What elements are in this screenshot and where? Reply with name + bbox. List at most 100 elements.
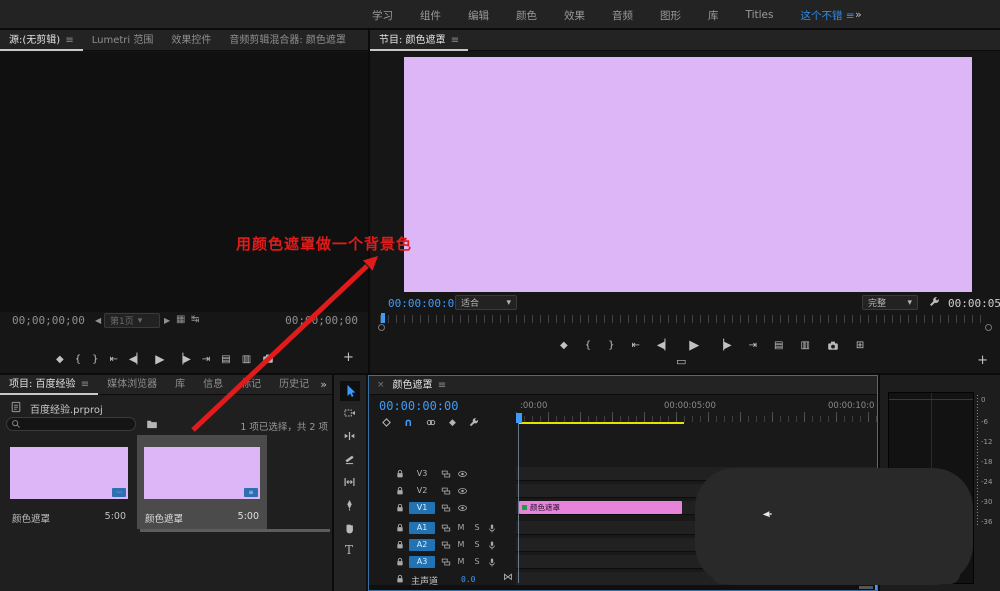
workspace-tab-audio[interactable]: 音频 xyxy=(612,8,633,23)
mic-icon[interactable] xyxy=(487,540,497,551)
goto-in-icon[interactable]: ⇤ xyxy=(109,354,117,365)
extract-icon[interactable]: ▥ xyxy=(800,340,809,351)
lift-icon[interactable]: ▤ xyxy=(774,340,783,351)
comparison-view-icon[interactable]: ▭ xyxy=(676,355,686,368)
overwrite-icon[interactable]: ▥ xyxy=(242,354,251,365)
mic-icon[interactable] xyxy=(487,523,497,534)
ripple-edit-tool[interactable] xyxy=(343,430,356,442)
timeline-settings-wrench-icon[interactable] xyxy=(468,417,479,428)
track-target-button[interactable]: A1 xyxy=(409,522,435,534)
playhead-head[interactable] xyxy=(516,413,522,423)
tab-lumetri-scopes[interactable]: Lumetri 范围 xyxy=(83,30,163,51)
solo-button[interactable]: S xyxy=(471,522,483,534)
work-area-bar[interactable] xyxy=(519,422,684,424)
item-name[interactable]: 颜色遮罩 xyxy=(12,511,50,525)
add-button-icon[interactable]: + xyxy=(977,353,988,368)
mark-in-icon[interactable]: { xyxy=(75,354,81,365)
project-item-selected[interactable]: ≡ 颜色遮罩 5:00 xyxy=(137,435,267,529)
search-input[interactable] xyxy=(23,418,133,430)
mic-icon[interactable] xyxy=(487,557,497,568)
workspace-overflow-icon[interactable]: » xyxy=(855,8,862,21)
workspace-tab-assembly[interactable]: 组件 xyxy=(420,8,441,23)
marker-icon[interactable]: ◆ xyxy=(560,340,568,351)
item-thumbnail[interactable]: ⋯ xyxy=(10,447,128,499)
tab-source[interactable]: 源:(无剪辑) ≡ xyxy=(0,30,83,51)
lock-icon[interactable] xyxy=(395,486,405,496)
scrollbar-handle-right[interactable] xyxy=(985,324,992,331)
lock-icon[interactable] xyxy=(395,557,405,567)
program-scrubber[interactable] xyxy=(380,315,988,323)
selection-tool[interactable] xyxy=(340,381,360,401)
add-button-icon[interactable]: + xyxy=(343,350,354,365)
scrollbar-thumb[interactable] xyxy=(859,586,873,589)
track-target-button[interactable]: V3 xyxy=(409,468,435,480)
sync-lock-icon[interactable] xyxy=(441,523,451,533)
export-frame-icon[interactable] xyxy=(262,353,274,365)
step-back-icon[interactable]: ◀▏ xyxy=(657,340,672,351)
tab-audio-clip-mixer[interactable]: 音频剪辑混合器: 颜色遮罩 xyxy=(220,30,355,51)
mark-in-icon[interactable]: { xyxy=(585,340,591,351)
sync-lock-icon[interactable] xyxy=(441,557,451,567)
mute-button[interactable]: M xyxy=(455,539,467,551)
pen-tool[interactable] xyxy=(343,499,356,511)
razor-tool[interactable] xyxy=(343,453,356,465)
lock-icon[interactable] xyxy=(395,540,405,550)
panel-menu-icon[interactable]: ≡ xyxy=(438,380,446,391)
page-next-icon[interactable]: ▶ xyxy=(164,316,170,325)
solo-button[interactable]: S xyxy=(471,556,483,568)
tab-project[interactable]: 项目: 百度经验 ≡ xyxy=(0,375,98,395)
horizontal-scrollbar[interactable] xyxy=(140,529,330,532)
track-target-button[interactable]: A2 xyxy=(409,539,435,551)
page-selector[interactable]: 第1页▾ xyxy=(104,313,160,328)
lock-icon[interactable] xyxy=(395,469,405,479)
sync-lock-icon[interactable] xyxy=(441,540,451,550)
track-target-button[interactable]: V1 xyxy=(409,502,435,514)
panel-menu-icon[interactable]: ≡ xyxy=(846,10,855,22)
mute-button[interactable]: M xyxy=(455,556,467,568)
timeline-timecode[interactable]: 00:00:00:00 xyxy=(379,399,458,413)
tab-effect-controls[interactable]: 效果控件 xyxy=(162,30,220,51)
snap-magnet-icon[interactable]: ∩ xyxy=(404,416,413,429)
mark-out-icon[interactable]: } xyxy=(92,354,98,365)
workspace-tab-learn[interactable]: 学习 xyxy=(372,8,393,23)
panel-menu-icon[interactable]: ≡ xyxy=(81,379,89,390)
type-tool[interactable]: T xyxy=(345,543,353,557)
panel-menu-icon[interactable]: ≡ xyxy=(451,35,459,46)
tab-sequence[interactable]: 颜色遮罩 ≡ xyxy=(389,376,451,395)
tab-media-browser[interactable]: 媒体浏览器 xyxy=(98,375,166,395)
slip-tool[interactable] xyxy=(343,476,356,488)
play-icon[interactable]: ▶ xyxy=(689,338,699,353)
workspace-tab-active[interactable]: 这个不错 ≡ xyxy=(800,8,854,23)
export-frame-icon[interactable] xyxy=(827,340,839,352)
dual-view-icon[interactable]: ↹ xyxy=(191,314,199,325)
tab-info[interactable]: 信息 xyxy=(194,375,232,395)
workspace-tab-effects[interactable]: 效果 xyxy=(564,8,585,23)
close-icon[interactable]: × xyxy=(369,380,389,390)
new-bin-folder-icon[interactable] xyxy=(146,418,158,430)
item-name[interactable]: 颜色遮罩 xyxy=(145,511,183,525)
add-marker-icon[interactable]: ◆ xyxy=(449,418,456,428)
tab-libraries[interactable]: 库 xyxy=(166,375,194,395)
step-forward-icon[interactable]: ▕▶ xyxy=(716,340,731,351)
lock-icon[interactable] xyxy=(395,503,405,513)
tab-history[interactable]: 历史记 xyxy=(270,375,318,395)
workspace-tab-graphics[interactable]: 图形 xyxy=(660,8,681,23)
step-forward-icon[interactable]: ▕▶ xyxy=(175,354,190,365)
hand-tool[interactable] xyxy=(343,522,356,534)
solo-button[interactable]: S xyxy=(471,539,483,551)
goto-out-icon[interactable]: ⇥ xyxy=(202,354,210,365)
track-target-button[interactable]: V2 xyxy=(409,485,435,497)
program-playhead[interactable] xyxy=(381,313,385,323)
track-target-button[interactable]: A3 xyxy=(409,556,435,568)
project-file-name[interactable]: 百度经验.prproj xyxy=(30,401,103,416)
timeline-ruler[interactable]: :00:00 00:00:05:00 00:00:10:0 xyxy=(516,398,877,423)
workspace-tab-color[interactable]: 颜色 xyxy=(516,8,537,23)
tab-program[interactable]: 节目: 颜色遮罩 ≡ xyxy=(370,30,468,51)
fit-select[interactable]: 适合▾ xyxy=(455,295,517,310)
page-prev-icon[interactable]: ◀ xyxy=(95,316,101,325)
lock-icon[interactable] xyxy=(395,523,405,533)
track-select-tool[interactable] xyxy=(343,407,356,419)
nest-toggle-icon[interactable] xyxy=(381,417,392,428)
tab-markers[interactable]: 标记 xyxy=(232,375,270,395)
eye-icon[interactable] xyxy=(457,503,468,513)
